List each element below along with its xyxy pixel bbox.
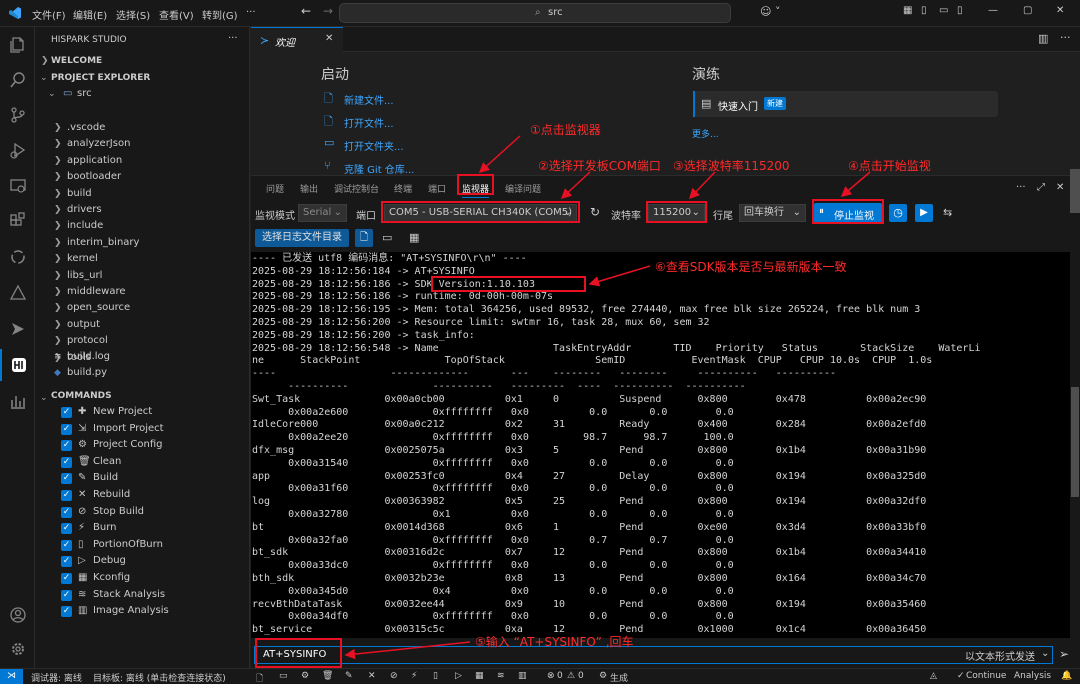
stack-status-icon[interactable]: ≋	[497, 671, 505, 681]
stop-build-icon[interactable]: ⊘	[390, 671, 398, 681]
continue-label[interactable]: Continue	[966, 671, 1006, 681]
image-status-icon[interactable]: ▥	[518, 671, 527, 681]
analysis-label[interactable]: Analysis	[1014, 671, 1051, 681]
wrench-icon[interactable]: ✎	[345, 671, 353, 681]
debugger-status[interactable]: 调试器: 离线	[31, 671, 82, 684]
annotation-1: ①点击监视器	[530, 123, 601, 137]
gear-status-icon[interactable]: ⚙	[301, 671, 309, 681]
annotation-5: ⑤输入 “AT+SYSINFO” ,回车	[475, 635, 634, 649]
kconfig-status-icon[interactable]: ▦	[475, 671, 484, 681]
annotation-6: ⑥查看SDK版本是否与最新版本一致	[655, 260, 847, 274]
notifications-icon[interactable]: 🔔	[1061, 671, 1072, 681]
error-icon[interactable]: ⊗	[547, 671, 555, 681]
annotation-4: ④点击开始监视	[848, 159, 931, 173]
hammer-icon[interactable]: ✕	[368, 671, 376, 681]
bell-icon[interactable]: ◬	[930, 671, 937, 681]
annotation-2: ②选择开发板COM端口	[538, 159, 661, 173]
debug-status-icon[interactable]: ▷	[455, 671, 462, 681]
build-status-icon[interactable]: ▭	[279, 671, 288, 681]
annotation-arrows	[344, 135, 871, 660]
status-bar: ⋊ 调试器: 离线 目标板: 离线 (单击检查连接状态) 🗋 ▭ ⚙ 🗑 ✎ ✕…	[0, 668, 1080, 684]
trash-icon[interactable]: 🗑	[322, 671, 333, 681]
build-status-label[interactable]: 生成	[610, 671, 628, 684]
warning-icon[interactable]: ⚠	[567, 671, 575, 681]
portion-burn-icon[interactable]: ▯	[433, 671, 438, 681]
error-count[interactable]: 0	[557, 671, 563, 681]
build-gear-icon[interactable]: ⚙	[599, 671, 607, 681]
warning-count[interactable]: 0	[578, 671, 584, 681]
target-board-status[interactable]: 目标板: 离线 (单击检查连接状态)	[93, 671, 226, 684]
new-file-status-icon[interactable]: 🗋	[256, 671, 263, 684]
annotation-3: ③选择波特率115200	[673, 159, 790, 173]
burn-icon[interactable]: ⚡	[411, 671, 417, 681]
continue-check-icon[interactable]: ✓	[957, 671, 965, 681]
remote-indicator-icon[interactable]: ⋊	[0, 669, 23, 684]
